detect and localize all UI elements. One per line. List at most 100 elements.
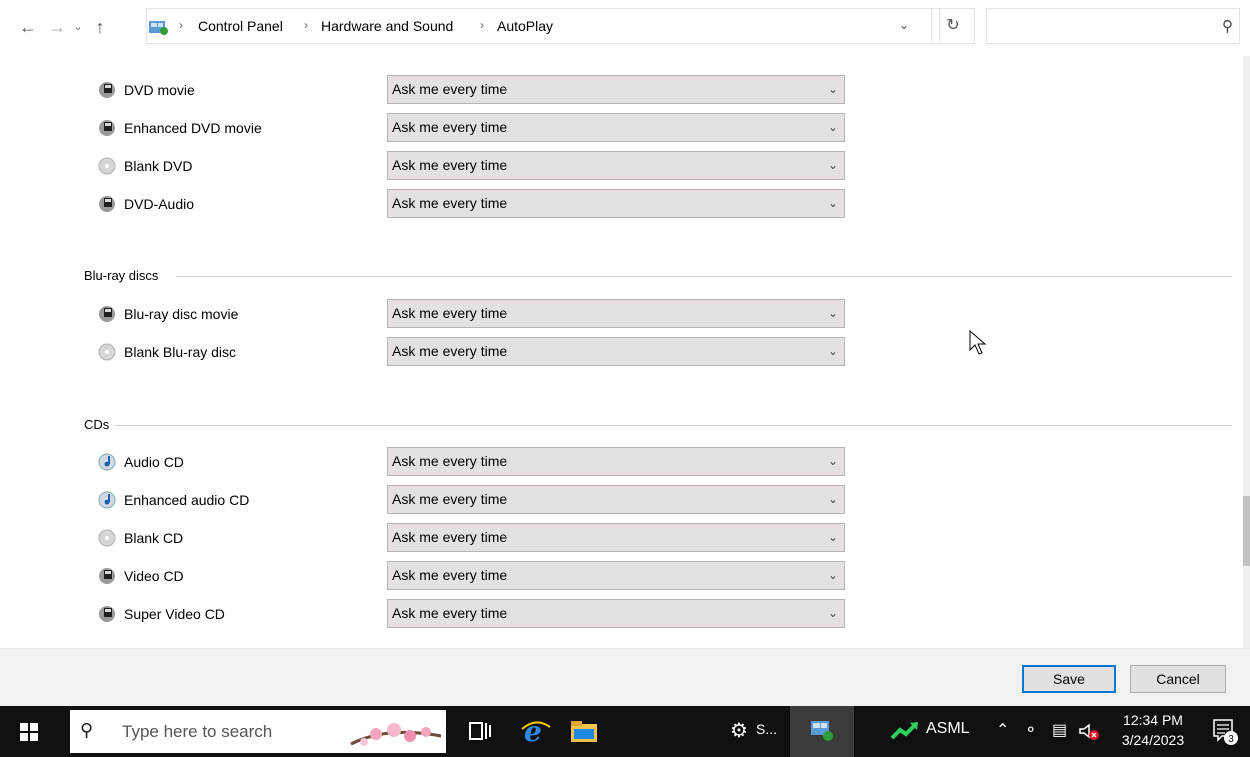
notification-center-icon[interactable]: 3: [1212, 718, 1238, 746]
select-value: Ask me every time: [392, 567, 508, 583]
row-label: Blu-ray disc movie: [124, 306, 239, 322]
search-icon: ⚲: [80, 720, 94, 740]
breadcrumb[interactable]: › Control Panel › Hardware and Sound › A…: [146, 8, 940, 44]
dvd-film-icon: [99, 120, 115, 136]
recent-locations-chevron-icon[interactable]: ⌄: [70, 14, 86, 40]
select-value: Ask me every time: [392, 157, 508, 173]
back-arrow-icon[interactable]: ←: [14, 14, 42, 40]
settings-taskbar-app[interactable]: ⚙ S...: [722, 706, 788, 757]
chevron-down-icon: ⌄: [827, 158, 838, 172]
stock-widget[interactable]: ASML: [880, 706, 980, 757]
blank-dvd-select[interactable]: Ask me every time ⌄: [387, 151, 845, 180]
address-bar: ← → ⌄ ↑ › Control Panel › Hardware and S…: [0, 0, 1250, 56]
chevron-down-icon: ⌄: [827, 568, 838, 582]
blu-ray-disc-movie-select[interactable]: Ask me every time ⌄: [387, 299, 845, 328]
row-label: Enhanced audio CD: [124, 492, 250, 508]
group-divider: [176, 276, 1232, 277]
taskbar-search-placeholder: Type here to search: [122, 722, 273, 741]
vertical-scrollbar[interactable]: [1243, 56, 1250, 648]
dvd-audio-select[interactable]: Ask me every time ⌄: [387, 189, 845, 218]
network-icon[interactable]: ▤: [1052, 720, 1067, 740]
chevron-down-icon: ⌄: [827, 344, 838, 358]
breadcrumb-autoplay[interactable]: AutoPlay: [497, 18, 553, 34]
breadcrumb-separator-icon: ›: [304, 18, 308, 32]
dvds-group-title-clipped: [84, 54, 124, 60]
row-label: Enhanced DVD movie: [124, 120, 262, 136]
breadcrumb-control-panel[interactable]: Control Panel: [198, 18, 283, 34]
select-value: Ask me every time: [392, 529, 508, 545]
scrollbar-thumb[interactable]: [1243, 496, 1250, 566]
chevron-down-icon: ⌄: [827, 120, 838, 134]
chevron-down-icon: ⌄: [827, 606, 838, 620]
windows-start-icon[interactable]: [0, 706, 58, 757]
control-panel-icon: [811, 721, 833, 741]
row-label: Blank DVD: [124, 158, 193, 174]
save-button[interactable]: Save: [1022, 665, 1116, 693]
clock-date: 3/24/2023: [1121, 732, 1185, 748]
enhanced-dvd-movie-select[interactable]: Ask me every time ⌄: [387, 113, 845, 142]
dvd-film-icon: [99, 82, 115, 98]
group-divider: [114, 425, 1232, 426]
forward-arrow-icon[interactable]: →: [46, 14, 68, 40]
dialog-footer: Save Cancel: [0, 648, 1250, 707]
chevron-down-icon: ⌄: [827, 454, 838, 468]
search-input[interactable]: ⚲: [986, 8, 1240, 44]
stock-up-trend-icon: [890, 722, 918, 740]
refresh-icon[interactable]: ↻: [931, 8, 975, 44]
blank-disc-icon: [98, 529, 116, 547]
row-label: Blank CD: [124, 530, 184, 546]
meet-now-icon[interactable]: ⚬: [1024, 720, 1037, 740]
blank-disc-icon: [98, 343, 116, 361]
file-explorer-icon[interactable]: [568, 715, 600, 747]
control-panel-taskbar-app[interactable]: [790, 706, 854, 757]
mouse-cursor-icon: [969, 330, 987, 355]
group-title: Blu-ray discs: [84, 268, 159, 283]
video-cd-select[interactable]: Ask me every time ⌄: [387, 561, 845, 590]
volume-muted-icon[interactable]: [1078, 722, 1100, 742]
select-value: Ask me every time: [392, 343, 508, 359]
row-label: Super Video CD: [124, 606, 225, 622]
dvd-film-icon: [99, 306, 115, 322]
audio-cd-icon: [98, 491, 116, 509]
blank-disc-icon: [98, 157, 116, 175]
taskbar-search-box[interactable]: ⚲ Type here to search: [70, 710, 446, 753]
notification-count: 3: [1228, 734, 1234, 745]
cancel-button[interactable]: Cancel: [1130, 665, 1226, 693]
taskbar: ⚲ Type here to search e ⚙ S... ASML ⌃ ⚬ …: [0, 706, 1250, 757]
control-panel-icon: [149, 21, 168, 35]
select-value: Ask me every time: [392, 453, 508, 469]
breadcrumb-hardware-and-sound[interactable]: Hardware and Sound: [321, 18, 453, 34]
show-hidden-icons-chevron-icon[interactable]: ⌃: [996, 720, 1009, 740]
select-value: Ask me every time: [392, 605, 508, 621]
blank-blu-ray-disc-select[interactable]: Ask me every time ⌄: [387, 337, 845, 366]
chevron-down-icon: ⌄: [827, 530, 838, 544]
row-label: Video CD: [124, 568, 184, 584]
row-label: DVD movie: [124, 82, 195, 98]
search-icon: ⚲: [1222, 18, 1233, 35]
breadcrumb-separator-icon: ›: [480, 18, 484, 32]
system-clock[interactable]: 12:34 PM 3/24/2023: [1110, 710, 1196, 750]
svg-text:e: e: [524, 715, 542, 747]
address-dropdown-icon[interactable]: ⌄: [899, 18, 909, 32]
chevron-down-icon: ⌄: [827, 306, 838, 320]
dvd-film-icon: [99, 196, 115, 212]
gear-icon: ⚙: [730, 720, 748, 742]
row-label: Audio CD: [124, 454, 184, 470]
task-view-icon[interactable]: [468, 715, 492, 747]
settings-app-label: S...: [756, 721, 778, 737]
select-value: Ask me every time: [392, 119, 508, 135]
row-label: Blank Blu-ray disc: [124, 344, 237, 360]
dvd-movie-select[interactable]: Ask me every time ⌄: [387, 75, 845, 104]
audio-cd-select[interactable]: Ask me every time ⌄: [387, 447, 845, 476]
blank-cd-select[interactable]: Ask me every time ⌄: [387, 523, 845, 552]
audio-cd-icon: [98, 453, 116, 471]
enhanced-audio-cd-select[interactable]: Ask me every time ⌄: [387, 485, 845, 514]
cherry-blossom-decoration-icon: [350, 723, 442, 746]
super-video-cd-select[interactable]: Ask me every time ⌄: [387, 599, 845, 628]
up-arrow-icon[interactable]: ↑: [88, 14, 112, 40]
select-value: Ask me every time: [392, 491, 508, 507]
select-value: Ask me every time: [392, 305, 508, 321]
stock-ticker: ASML: [926, 720, 970, 737]
internet-explorer-icon[interactable]: e: [520, 715, 552, 747]
row-label: DVD-Audio: [124, 196, 195, 212]
